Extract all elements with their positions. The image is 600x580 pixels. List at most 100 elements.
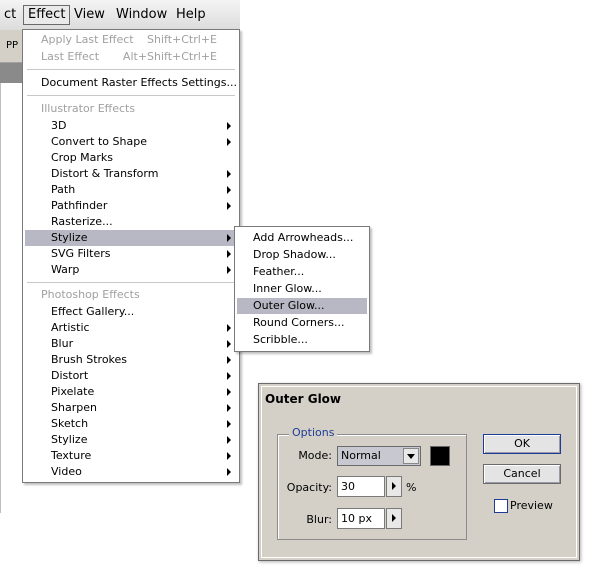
photoshop-effects-header: Photoshop Effects [41, 288, 140, 301]
submenu-arrow-icon [227, 202, 231, 210]
opacity-unit: % [406, 481, 417, 494]
glow-color-swatch[interactable] [430, 446, 450, 466]
menu-bar: ct Effect View Window Help [0, 0, 240, 31]
control-bar: PP [0, 30, 24, 63]
menu-item-apply-last-effect[interactable]: Apply Last Effect Shift+Ctrl+E [23, 32, 239, 48]
menu-item-blur[interactable]: Blur [23, 336, 239, 352]
blur-label: Blur: [306, 513, 332, 526]
menu-item-path[interactable]: Path [23, 182, 239, 198]
submenu-arrow-icon [227, 388, 231, 396]
menu-view[interactable]: View [70, 6, 109, 24]
opacity-stepper-arrow-icon[interactable] [386, 476, 402, 497]
menu-item-label: 3D [51, 119, 67, 132]
opacity-value: 30 [341, 480, 355, 493]
menu-effect[interactable]: Effect [23, 5, 71, 25]
menu-item-label: Outer Glow... [253, 299, 325, 312]
outer-glow-dialog: Outer Glow Options OK Cancel [258, 383, 580, 561]
submenu-arrow-icon [227, 436, 231, 444]
menu-item-label: Path [51, 183, 76, 196]
submenu-arrow-icon [227, 266, 231, 274]
menu-item-label: Last Effect [41, 50, 100, 63]
menu-object[interactable]: ct [0, 6, 20, 24]
submenu-item-round-corners[interactable]: Round Corners... [235, 315, 369, 331]
blur-input[interactable]: 10 px [337, 508, 385, 529]
menu-item-stylize-photoshop[interactable]: Stylize [23, 432, 239, 448]
submenu-item-outer-glow[interactable]: Outer Glow... [237, 298, 367, 314]
menu-item-pixelate[interactable]: Pixelate [23, 384, 239, 400]
blur-value: 10 px [341, 512, 372, 525]
menu-item-svg-filters[interactable]: SVG Filters [23, 246, 239, 262]
blur-stepper-arrow-icon[interactable] [386, 508, 402, 529]
submenu-arrow-icon [227, 324, 231, 332]
mode-select[interactable]: Normal [337, 446, 421, 466]
submenu-arrow-icon [227, 340, 231, 348]
options-legend: Options [289, 426, 338, 439]
mode-label: Mode: [298, 449, 332, 462]
chevron-down-icon[interactable] [403, 448, 419, 464]
submenu-arrow-icon [227, 468, 231, 476]
preview-checkbox[interactable] [494, 499, 508, 513]
submenu-arrow-icon [227, 170, 231, 178]
menu-separator [27, 282, 235, 283]
menu-item-label: Distort [51, 369, 89, 382]
menu-item-shortcut: Alt+Shift+Ctrl+E [122, 50, 217, 63]
menu-item-distort[interactable]: Distort [23, 368, 239, 384]
menu-item-warp[interactable]: Warp [23, 262, 239, 278]
menu-item-pathfinder[interactable]: Pathfinder [23, 198, 239, 214]
menu-item-label: Sharpen [51, 401, 97, 414]
menu-item-sharpen[interactable]: Sharpen [23, 400, 239, 416]
menu-item-label: SVG Filters [51, 247, 111, 260]
menu-window[interactable]: Window [112, 6, 171, 24]
menu-item-label: Add Arrowheads... [253, 231, 354, 244]
menu-item-label: Apply Last Effect [41, 33, 134, 46]
menu-item-document-raster-effects-settings[interactable]: Document Raster Effects Settings... [23, 75, 239, 91]
menu-item-label: Inner Glow... [253, 282, 322, 295]
opacity-label: Opacity: [286, 481, 332, 494]
menu-item-distort-transform[interactable]: Distort & Transform [23, 166, 239, 182]
menu-item-label: Round Corners... [253, 316, 345, 329]
cancel-button[interactable]: Cancel [483, 464, 561, 484]
menu-item-label: Brush Strokes [51, 353, 128, 366]
menu-item-label: Distort & Transform [51, 167, 159, 180]
menu-item-texture[interactable]: Texture [23, 448, 239, 464]
menu-item-convert-to-shape[interactable]: Convert to Shape [23, 134, 239, 150]
effect-menu: Apply Last Effect Shift+Ctrl+E Last Effe… [22, 29, 240, 483]
menu-item-brush-strokes[interactable]: Brush Strokes [23, 352, 239, 368]
submenu-item-drop-shadow[interactable]: Drop Shadow... [235, 247, 369, 263]
document-tab-bar [0, 63, 24, 83]
menu-item-rasterize[interactable]: Rasterize... [23, 214, 239, 230]
menu-item-crop-marks[interactable]: Crop Marks [23, 150, 239, 166]
menu-help[interactable]: Help [172, 6, 210, 24]
submenu-arrow-icon [227, 122, 231, 130]
submenu-item-add-arrowheads[interactable]: Add Arrowheads... [235, 230, 369, 246]
submenu-item-scribble[interactable]: Scribble... [235, 332, 369, 348]
menu-item-3d[interactable]: 3D [23, 118, 239, 134]
submenu-arrow-icon [227, 404, 231, 412]
menu-item-artistic[interactable]: Artistic [23, 320, 239, 336]
submenu-arrow-icon [227, 138, 231, 146]
menu-item-label: Pixelate [51, 385, 95, 398]
menu-item-label: Texture [51, 449, 92, 462]
illustrator-effects-header: Illustrator Effects [41, 102, 136, 115]
menu-item-shortcut: Shift+Ctrl+E [147, 33, 217, 46]
menu-item-label: Rasterize... [51, 215, 113, 228]
menu-item-label: Video [51, 465, 82, 478]
menu-item-label: Pathfinder [51, 199, 108, 212]
canvas-edge [0, 83, 1, 513]
menu-item-sketch[interactable]: Sketch [23, 416, 239, 432]
opacity-input[interactable]: 30 [337, 476, 385, 497]
submenu-arrow-icon [227, 452, 231, 460]
menu-item-label: Drop Shadow... [253, 248, 336, 261]
submenu-arrow-icon [227, 372, 231, 380]
menu-item-label: Convert to Shape [51, 135, 147, 148]
ok-button[interactable]: OK [483, 434, 561, 454]
menu-item-video[interactable]: Video [23, 464, 239, 480]
submenu-item-feather[interactable]: Feather... [235, 264, 369, 280]
menu-item-effect-gallery[interactable]: Effect Gallery... [23, 304, 239, 320]
menu-item-stylize[interactable]: Stylize [25, 230, 237, 246]
submenu-arrow-icon [227, 420, 231, 428]
menu-item-last-effect[interactable]: Last Effect Alt+Shift+Ctrl+E [23, 49, 239, 65]
stylize-submenu: Add Arrowheads... Drop Shadow... Feather… [234, 226, 370, 352]
menu-item-label: Crop Marks [51, 151, 114, 164]
submenu-item-inner-glow[interactable]: Inner Glow... [235, 281, 369, 297]
